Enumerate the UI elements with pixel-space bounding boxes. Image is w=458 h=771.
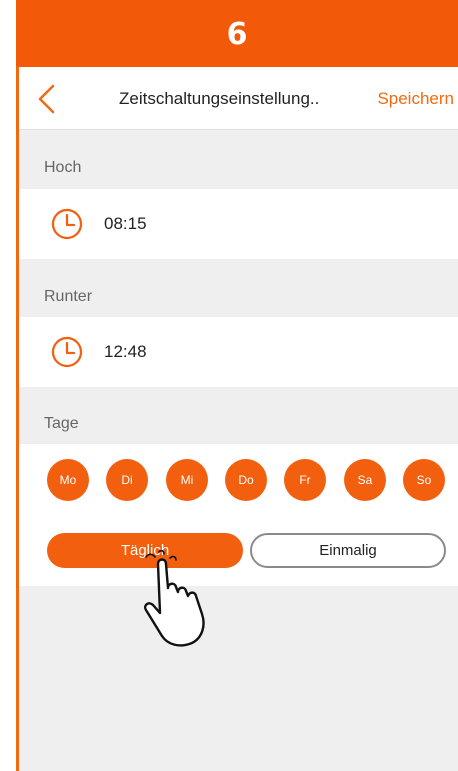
section-label-down: Runter bbox=[44, 288, 93, 305]
day-button-do[interactable]: Do bbox=[225, 459, 267, 501]
save-button[interactable]: Speichern bbox=[377, 67, 454, 130]
day-button-so[interactable]: So bbox=[403, 459, 445, 501]
page-title: Zeitschaltungseinstellung.. bbox=[119, 89, 320, 108]
day-button-mi[interactable]: Mi bbox=[166, 459, 208, 501]
step-number-banner: 6 bbox=[16, 0, 458, 67]
screen-frame: 6 Zeitschaltungseinstellung.. Speichern … bbox=[0, 0, 458, 771]
section-label-days: Tage bbox=[44, 415, 79, 432]
clock-icon bbox=[51, 336, 83, 368]
day-button-fr[interactable]: Fr bbox=[284, 459, 326, 501]
clock-icon bbox=[51, 208, 83, 240]
day-button-mo[interactable]: Mo bbox=[47, 459, 89, 501]
day-button-sa[interactable]: Sa bbox=[344, 459, 386, 501]
app-screen: Zeitschaltungseinstellung.. Speichern Ho… bbox=[19, 67, 458, 771]
daily-button[interactable]: Täglich bbox=[47, 533, 243, 568]
back-chevron-icon bbox=[38, 84, 55, 114]
down-time-row[interactable]: 12:48 bbox=[19, 317, 458, 387]
back-button[interactable] bbox=[33, 83, 63, 115]
day-button-di[interactable]: Di bbox=[106, 459, 148, 501]
once-button[interactable]: Einmalig bbox=[250, 533, 446, 568]
up-time-value: 08:15 bbox=[104, 214, 147, 233]
days-panel: Mo Di Mi Do Fr Sa So Täglich Einmalig bbox=[19, 444, 458, 586]
down-time-value: 12:48 bbox=[104, 342, 147, 361]
up-time-row[interactable]: 08:15 bbox=[19, 189, 458, 259]
section-label-up: Hoch bbox=[44, 159, 82, 176]
top-navigation-bar: Zeitschaltungseinstellung.. Speichern bbox=[19, 67, 458, 130]
